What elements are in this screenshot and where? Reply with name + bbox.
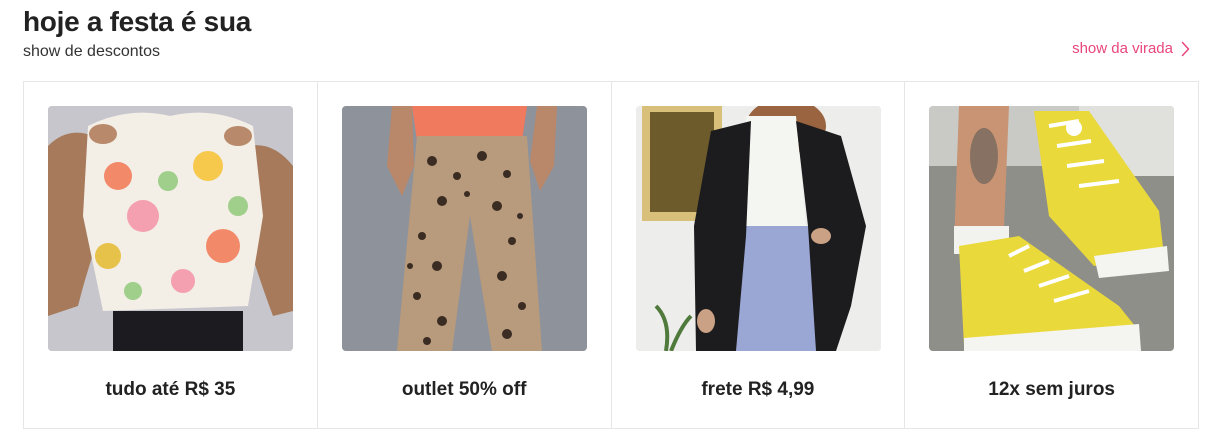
promo-card-label: 12x sem juros <box>988 379 1115 400</box>
chevron-right-icon <box>1181 41 1190 57</box>
promo-card-12x-sem-juros[interactable]: 12x sem juros <box>905 82 1198 428</box>
promo-cards: tudo até R$ 35 outlet 50% off frete R$ 4… <box>23 81 1199 429</box>
black-blazer-photo <box>635 106 881 351</box>
yellow-sneakers-photo <box>929 106 1175 351</box>
leopard-pants-photo <box>341 106 587 351</box>
promo-card-tudo-ate-35[interactable]: tudo até R$ 35 <box>24 82 318 428</box>
promo-card-label: frete R$ 4,99 <box>701 379 815 400</box>
floral-shirt-photo <box>48 106 293 351</box>
promo-card-frete-499[interactable]: frete R$ 4,99 <box>612 82 906 428</box>
promo-card-label: outlet 50% off <box>401 379 527 400</box>
show-da-virada-link[interactable]: show da virada <box>1072 39 1190 59</box>
promo-card-outlet-50[interactable]: outlet 50% off <box>318 82 612 428</box>
section-subtitle: show de descontos <box>23 43 160 60</box>
see-all-label: show da virada <box>1072 40 1173 57</box>
promo-section: hoje a festa é sua show de descontos sho… <box>0 0 1218 430</box>
section-title: hoje a festa é sua <box>23 6 252 37</box>
promo-card-label: tudo até R$ 35 <box>105 379 236 400</box>
